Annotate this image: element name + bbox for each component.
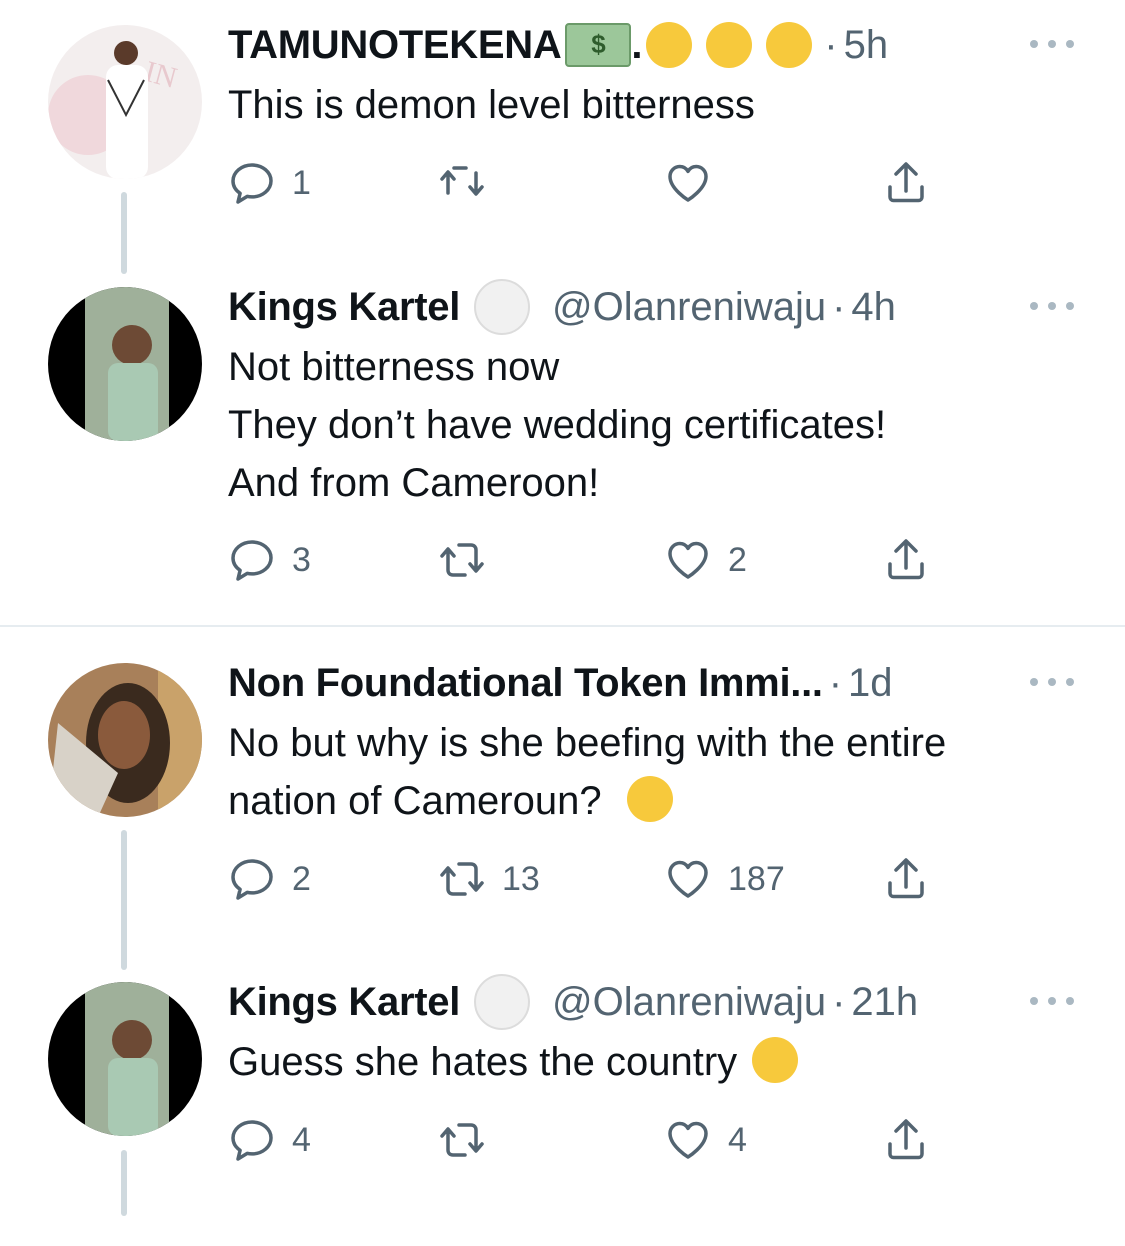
tweet-text: No but why is she beefing with the entir… — [228, 714, 946, 830]
like-button[interactable] — [664, 158, 728, 208]
handle[interactable]: @Olanreniwaju — [552, 285, 826, 330]
reply-count: 2 — [292, 859, 311, 898]
reply-count: 1 — [292, 163, 311, 202]
reply-icon — [231, 540, 273, 581]
thread-line — [121, 192, 127, 274]
tweet-actions: 4 4 — [228, 1115, 948, 1165]
timestamp[interactable]: 4h — [851, 285, 896, 330]
triumph-emoji — [766, 22, 813, 68]
reply-count: 4 — [292, 1120, 311, 1159]
tweet-actions: 2 13 187 — [228, 854, 948, 904]
tweet-text-line: And from Cameroon! — [228, 461, 600, 505]
separator-dot: · — [832, 284, 846, 329]
separator-dot: · — [832, 979, 846, 1024]
heart-icon — [668, 1121, 708, 1159]
reply-icon — [231, 163, 273, 204]
reply-button[interactable]: 3 — [228, 535, 311, 585]
thread-line — [121, 1150, 127, 1216]
tweet-text-line: nation of Cameroun? — [228, 779, 602, 823]
tweet-text-line: No but why is she beefing with the entir… — [228, 721, 947, 765]
retweet-button[interactable] — [438, 535, 502, 585]
tweet-header: Kings Kartel @Olanreniwaju · 21h — [228, 974, 918, 1030]
share-button[interactable] — [882, 854, 930, 904]
tweet-text-line-with-emoji: nation of Cameroun? — [228, 772, 946, 830]
like-count: 4 — [728, 1120, 747, 1159]
share-icon — [888, 1119, 924, 1160]
thread-line — [121, 830, 127, 970]
tweet-text: Not bitterness now They don’t have weddi… — [228, 338, 886, 512]
avatar[interactable] — [48, 982, 202, 1136]
share-icon — [888, 858, 924, 899]
retweet-icon — [440, 1123, 484, 1157]
display-name[interactable]: Kings Kartel — [228, 980, 460, 1025]
share-icon — [888, 539, 924, 580]
like-button[interactable]: 2 — [664, 535, 747, 585]
display-name[interactable]: Kings Kartel — [228, 285, 460, 330]
separator-dot: · — [824, 22, 838, 67]
tweet-text-line: Not bitterness now — [228, 345, 560, 389]
more-options-icon[interactable] — [1030, 296, 1074, 316]
retweet-button[interactable] — [438, 1115, 502, 1165]
reply-button[interactable]: 4 — [228, 1115, 311, 1165]
white-circle-emoji — [474, 279, 531, 335]
tweet-text-line-with-emoji: Guess she hates the country — [228, 1033, 799, 1091]
separator-dot: · — [828, 660, 843, 705]
reply-icon — [231, 859, 273, 900]
timestamp[interactable]: 1d — [848, 661, 893, 706]
reply-icon — [231, 1120, 273, 1161]
tweet-header: Kings Kartel @Olanreniwaju · 4h — [228, 279, 896, 335]
laughing-tears-emoji — [626, 776, 673, 822]
more-options-icon[interactable] — [1030, 991, 1074, 1011]
retweet-button[interactable]: 13 — [438, 854, 540, 904]
avatar[interactable] — [48, 287, 202, 441]
tweet-actions: 1 — [228, 158, 948, 208]
timestamp[interactable]: 5h — [844, 23, 889, 68]
retweet-icon — [440, 166, 484, 196]
more-options-icon[interactable] — [1030, 672, 1074, 692]
heart-icon — [668, 164, 708, 202]
triumph-emoji — [646, 22, 693, 68]
tweet-text-line: They don’t have wedding certificates! — [228, 403, 887, 447]
crying-emoji — [752, 1037, 799, 1083]
display-name[interactable]: TAMUNOTEKENA — [228, 23, 562, 68]
tweet-text: This is demon level bitterness — [228, 76, 755, 134]
handle[interactable]: @Olanreniwaju — [552, 980, 826, 1025]
tweet-text-line: Guess she hates the country — [228, 1040, 738, 1084]
like-button[interactable]: 4 — [664, 1115, 747, 1165]
like-count: 2 — [728, 540, 747, 579]
timestamp[interactable]: 21h — [851, 980, 918, 1025]
share-icon — [888, 162, 924, 203]
share-button[interactable] — [882, 158, 930, 208]
triumph-emoji — [706, 22, 753, 68]
tweet-header: TAMUNOTEKENA $ . · 5h — [228, 20, 888, 70]
reply-button[interactable]: 2 — [228, 854, 311, 904]
share-button[interactable] — [882, 1115, 930, 1165]
like-button[interactable]: 187 — [664, 854, 785, 904]
retweet-button[interactable] — [438, 158, 502, 208]
heart-icon — [668, 541, 708, 579]
like-count: 187 — [728, 859, 785, 898]
avatar[interactable] — [48, 663, 202, 817]
avatar[interactable]: IN — [48, 25, 202, 179]
reply-count: 3 — [292, 540, 311, 579]
tweet-actions: 3 2 — [228, 535, 948, 585]
more-options-icon[interactable] — [1030, 34, 1074, 54]
display-name-suffix: . — [631, 22, 643, 67]
tweet-text: Guess she hates the country — [228, 1033, 799, 1091]
heart-icon — [668, 860, 708, 898]
retweet-icon — [440, 543, 484, 577]
reply-button[interactable]: 1 — [228, 158, 311, 208]
retweet-count: 13 — [502, 859, 540, 898]
display-name[interactable]: Non Foundational Token Immi... — [228, 661, 823, 706]
white-circle-emoji — [474, 974, 531, 1030]
tweet-header: Non Foundational Token Immi... · 1d — [228, 658, 893, 708]
share-button[interactable] — [882, 535, 930, 585]
thread-divider — [0, 625, 1125, 627]
tweet-text-line: This is demon level bitterness — [228, 83, 755, 127]
money-emoji: $ — [565, 23, 632, 67]
retweet-icon — [440, 862, 484, 896]
